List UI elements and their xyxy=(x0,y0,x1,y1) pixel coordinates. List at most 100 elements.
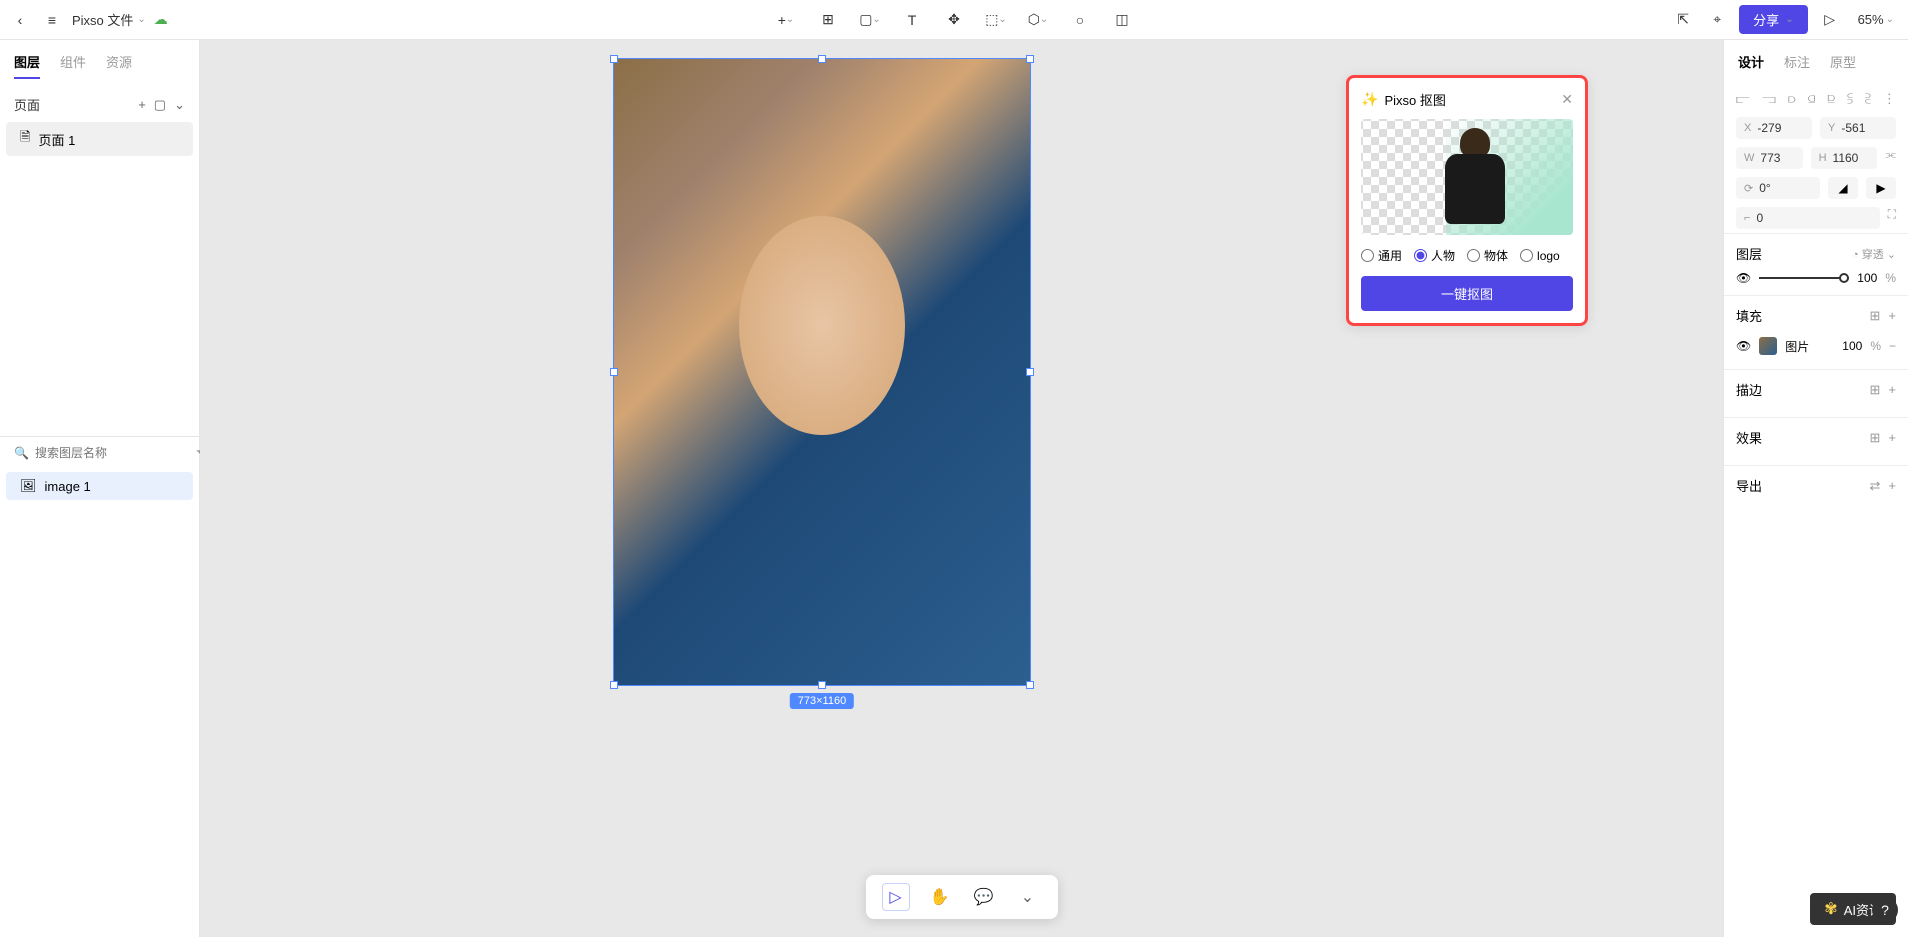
resize-handle-tl[interactable] xyxy=(610,55,618,63)
opacity-value[interactable]: 100 xyxy=(1857,271,1877,285)
position-row: X-279 Y-561 xyxy=(1724,113,1908,143)
move-tool-icon[interactable]: ✥ xyxy=(942,8,966,32)
comment-tool-icon[interactable]: 💬 xyxy=(970,883,998,911)
distribute-icon[interactable]: ⫔ xyxy=(1865,91,1871,107)
y-field[interactable]: Y-561 xyxy=(1820,117,1896,139)
h-field[interactable]: H1160 xyxy=(1811,147,1878,169)
cloud-sync-icon[interactable]: ☁ xyxy=(154,11,168,28)
opacity-row: 👁 100 % xyxy=(1736,271,1896,285)
layer-item[interactable]: 🖼 image 1 xyxy=(6,472,193,500)
frame-tool-icon[interactable]: ⊞ xyxy=(816,8,840,32)
chevron-down-icon: ⌄ xyxy=(1785,14,1793,25)
resize-handle-lm[interactable] xyxy=(610,368,618,376)
slider-thumb[interactable] xyxy=(1839,273,1849,283)
resize-handle-bl[interactable] xyxy=(610,681,618,689)
ellipse-tool-icon[interactable]: ○ xyxy=(1068,8,1092,32)
tab-layers[interactable]: 图层 xyxy=(14,52,40,79)
share-button[interactable]: 分享 ⌄ xyxy=(1739,5,1807,34)
tab-design[interactable]: 设计 xyxy=(1738,52,1764,77)
add-stroke-icon[interactable]: + xyxy=(1888,382,1896,398)
flip-v-icon[interactable]: ▶ xyxy=(1866,177,1896,199)
tab-components[interactable]: 组件 xyxy=(60,52,86,79)
topbar-tools: +⌄ ⊞ ▢⌄ T ✥ ⬚⌄ ⬡⌄ ○ ◫ xyxy=(774,8,1134,32)
tab-annotate[interactable]: 标注 xyxy=(1784,52,1810,77)
style-icon[interactable]: ⊞ xyxy=(1870,382,1881,398)
x-field[interactable]: X-279 xyxy=(1736,117,1812,139)
crop-tool-icon[interactable]: ◫ xyxy=(1110,8,1134,32)
page-item[interactable]: 🗎 页面 1 xyxy=(6,122,193,156)
fill-opacity[interactable]: 100 xyxy=(1842,339,1862,353)
zoom-level[interactable]: 65% ⌄ xyxy=(1852,12,1900,27)
fill-swatch[interactable] xyxy=(1759,337,1777,355)
fill-section-header: 填充 ⊞+ xyxy=(1736,306,1896,325)
file-name[interactable]: Pixso 文件 ⌄ xyxy=(72,10,146,29)
add-page-icon[interactable]: + xyxy=(138,97,146,113)
export-settings-icon[interactable]: ⇄ xyxy=(1870,478,1881,494)
export-section-header: 导出 ⇄+ xyxy=(1736,476,1896,495)
align-right-icon[interactable]: ⫐ xyxy=(1788,91,1796,107)
opacity-slider[interactable] xyxy=(1759,277,1849,279)
resize-handle-br[interactable] xyxy=(1026,681,1034,689)
resize-handle-tm[interactable] xyxy=(818,55,826,63)
bottom-toolbar: ▷ ✋ 💬 ⌄ xyxy=(866,875,1058,919)
rect-tool-icon[interactable]: ▢⌄ xyxy=(858,8,882,32)
fill-row: 👁 图片 100 % − xyxy=(1736,333,1896,359)
tab-assets[interactable]: 资源 xyxy=(106,52,132,79)
effects-section-header: 效果 ⊞+ xyxy=(1736,428,1896,447)
flip-h-icon[interactable]: ◢ xyxy=(1828,177,1858,199)
resize-handle-rm[interactable] xyxy=(1026,368,1034,376)
canvas[interactable]: 773×1160 ✨ Pixso 抠图 ✕ 通用 人物 物体 xyxy=(200,40,1723,937)
cutout-panel: ✨ Pixso 抠图 ✕ 通用 人物 物体 logo 一键抠图 xyxy=(1346,75,1588,326)
close-icon[interactable]: ✕ xyxy=(1561,91,1573,108)
w-field[interactable]: W773 xyxy=(1736,147,1803,169)
align-top-icon[interactable]: ⫑ xyxy=(1808,91,1816,107)
menu-icon[interactable]: ≡ xyxy=(40,8,64,32)
add-export-icon[interactable]: + xyxy=(1888,478,1896,494)
boolean-tool-icon[interactable]: ⬡⌄ xyxy=(1026,8,1050,32)
help-button[interactable]: ? xyxy=(1872,897,1898,923)
chevron-down-icon[interactable]: ⌄ xyxy=(174,97,185,113)
option-logo[interactable]: logo xyxy=(1520,247,1560,264)
visibility-icon[interactable]: 👁 xyxy=(1736,271,1751,285)
pointer-tool-icon[interactable]: ▷ xyxy=(882,883,910,911)
fill-type[interactable]: 图片 xyxy=(1785,338,1809,355)
tab-prototype[interactable]: 原型 xyxy=(1830,52,1856,77)
blend-mode[interactable]: ◔ 穿透 ⌄ xyxy=(1852,246,1896,262)
option-person[interactable]: 人物 xyxy=(1414,247,1455,264)
option-general[interactable]: 通用 xyxy=(1361,247,1402,264)
rotation-field[interactable]: ⟳0° xyxy=(1736,177,1820,199)
resize-handle-bm[interactable] xyxy=(818,681,826,689)
more-tools-icon[interactable]: ⌄ xyxy=(1014,883,1042,911)
export-icon[interactable]: ⇱ xyxy=(1671,8,1695,32)
align-left-icon[interactable]: ⫍ xyxy=(1736,91,1750,107)
text-tool-icon[interactable]: T xyxy=(900,8,924,32)
corner-field[interactable]: ⌐0 xyxy=(1736,207,1880,229)
file-name-text: Pixso 文件 xyxy=(72,10,133,29)
visibility-icon[interactable]: 👁 xyxy=(1736,339,1751,353)
style-icon[interactable]: ⊞ xyxy=(1870,308,1881,324)
back-icon[interactable]: ‹ xyxy=(8,8,32,32)
option-object[interactable]: 物体 xyxy=(1467,247,1508,264)
right-tabs: 设计 标注 原型 xyxy=(1724,40,1908,85)
location-icon[interactable]: ⌖ xyxy=(1705,8,1729,32)
more-align-icon[interactable]: ⋮ xyxy=(1883,91,1896,107)
cutout-button[interactable]: 一键抠图 xyxy=(1361,276,1573,311)
selection-box[interactable]: 773×1160 xyxy=(613,58,1031,686)
page-folder-icon[interactable]: ▢ xyxy=(154,97,166,113)
resize-handle-tr[interactable] xyxy=(1026,55,1034,63)
add-fill-icon[interactable]: + xyxy=(1888,308,1896,324)
align-bottom-icon[interactable]: ⫓ xyxy=(1847,91,1853,107)
align-center-v-icon[interactable]: ⫒ xyxy=(1827,91,1835,107)
cutout-header: ✨ Pixso 抠图 ✕ xyxy=(1361,90,1573,109)
remove-fill-icon[interactable]: − xyxy=(1889,339,1896,353)
corner-expand-icon[interactable]: ⛶ xyxy=(1888,207,1896,229)
add-tool-icon[interactable]: +⌄ xyxy=(774,8,798,32)
component-tool-icon[interactable]: ⬚⌄ xyxy=(984,8,1008,32)
align-center-h-icon[interactable]: ⫎ xyxy=(1762,91,1776,107)
search-input[interactable] xyxy=(35,446,190,460)
add-effect-icon[interactable]: + xyxy=(1888,430,1896,446)
play-icon[interactable]: ▷ xyxy=(1818,8,1842,32)
link-dimensions-icon[interactable]: ⫘ xyxy=(1885,147,1896,169)
style-icon[interactable]: ⊞ xyxy=(1870,430,1881,446)
hand-tool-icon[interactable]: ✋ xyxy=(926,883,954,911)
